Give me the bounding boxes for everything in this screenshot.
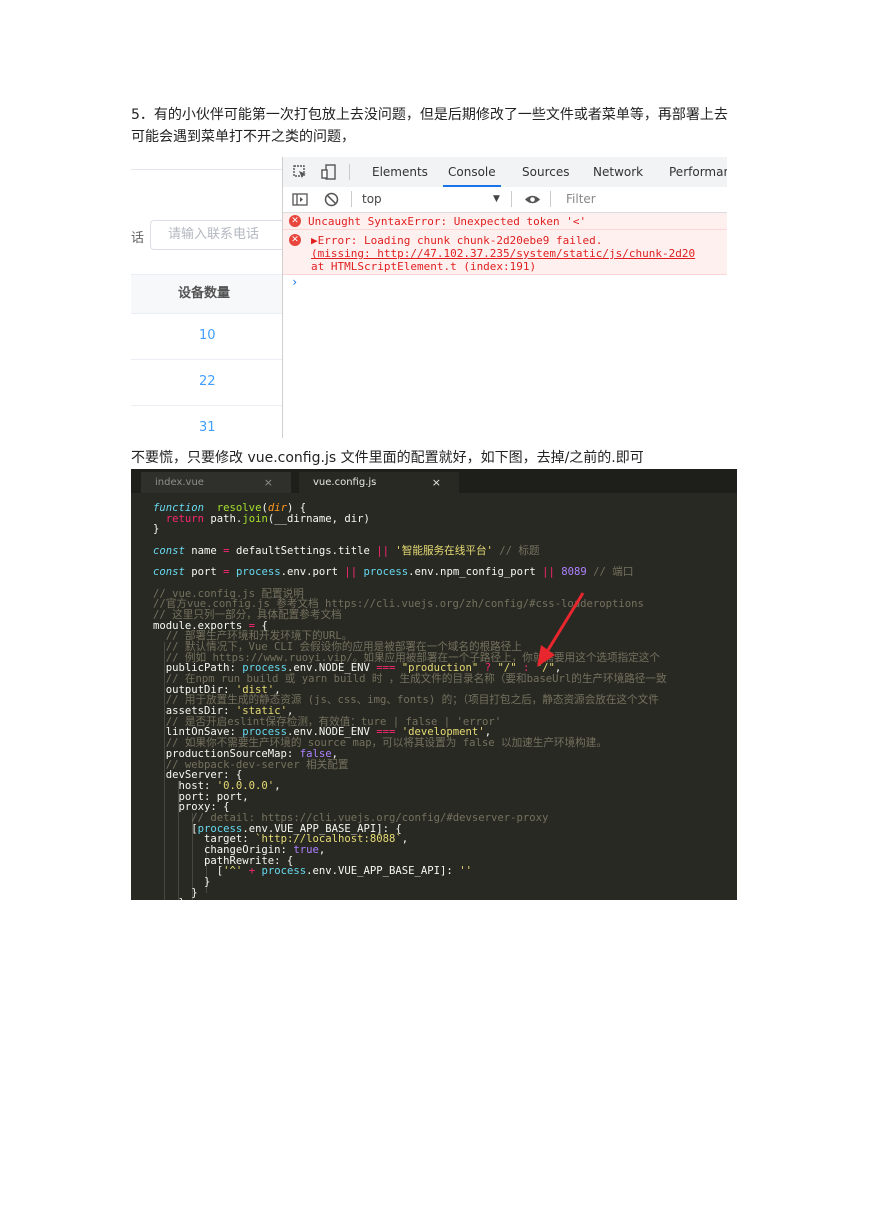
sidebar-toggle-icon[interactable] [292,193,308,206]
table-row[interactable]: 10 [131,313,282,360]
tab-label: vue.config.js [313,477,377,488]
code-token: '^' [223,865,243,878]
code-token: , [274,779,281,792]
error-message: Uncaught SyntaxError: Unexpected token '… [308,215,587,228]
error-message[interactable]: ▶Error: Loading chunk chunk-2d20ebe9 fai… [311,234,602,247]
clear-console-icon[interactable] [324,192,339,207]
console-error-row: ✕ Uncaught SyntaxError: Unexpected token… [283,213,727,230]
stack-trace-line[interactable]: at HTMLScriptElement.t (index:191) [311,260,536,273]
code-line: port: port, [153,791,667,803]
tab-console[interactable]: Console [443,157,501,187]
code-token: // 端口 [586,566,634,579]
devtools-tab-bar: Elements Console Sources Network Perform… [283,157,727,188]
code-line: } [153,877,667,888]
code-token: } [153,897,185,900]
code-line: } [153,887,667,899]
code-token: process [255,865,307,878]
console-error-row: ✕ ▶Error: Loading chunk chunk-2d20ebe9 f… [283,230,727,275]
tab-sources[interactable]: Sources [522,157,569,187]
phone-search-input[interactable]: 请输入联系电话 [150,220,290,250]
error-icon: ✕ [289,234,301,246]
context-select[interactable]: top [362,187,382,212]
tab-network[interactable]: Network [593,157,643,187]
eye-icon[interactable] [524,194,541,205]
code-token: path. [204,512,243,525]
error-link[interactable]: (missing: http://47.102.37.235/system/st… [311,247,695,260]
tab-vue-config-js[interactable]: vue.config.js × [299,472,459,493]
code-token: .env.port [280,566,345,579]
divider [349,164,350,180]
cut-form-label: 话 [131,231,145,246]
code-token: return [165,512,205,525]
divider [511,191,512,207]
code-line: return path.join(__dirname, dir) [153,512,667,525]
devtools-panel: Elements Console Sources Network Perform… [282,157,727,438]
error-icon: ✕ [289,215,301,227]
code-token: , [318,844,326,856]
code-token: // 标题 [492,544,540,557]
code-token: , [401,833,409,846]
console-toolbar: top ▼ Filter [283,187,727,213]
code-token: .env.npm_config_port [408,566,543,579]
code-token: '智能服务在线平台' [389,544,493,557]
code-token: const [153,566,185,579]
close-icon[interactable]: × [264,472,273,493]
inspect-element-icon[interactable] [293,165,307,179]
admin-table-panel: 话 请输入联系电话 设备数量 10 22 31 [131,157,290,438]
code-token: defaultSettings.title [229,544,377,557]
chevron-down-icon[interactable]: ▼ [493,187,500,212]
code-token: + [242,865,256,878]
code-token: const [153,544,185,557]
close-icon[interactable]: × [432,472,441,493]
code-token: port [184,566,224,579]
code-token: .env.VUE_APP_BASE_API]: [306,865,460,878]
code-line: const port = process.env.port || process… [153,567,667,578]
code-token: process [229,566,281,579]
devtools-screenshot: 话 请输入联系电话 设备数量 10 22 31 Elements Console… [131,157,727,438]
divider [131,169,282,170]
code-line: } [153,898,667,900]
divider [550,191,551,207]
tab-index-vue[interactable]: index.vue × [141,472,291,493]
code-editor-screenshot: index.vue × vue.config.js × function res… [131,469,737,900]
tab-elements[interactable]: Elements [372,157,428,187]
code-token: true [293,844,319,856]
divider [351,191,352,207]
red-arrow-annotation [537,592,585,667]
code-token: (__dirname, dir) [267,512,370,525]
table-row[interactable]: 22 [131,359,282,406]
code-line: const name = defaultSettings.title || '智… [153,544,667,557]
table-row[interactable]: 31 [131,405,282,438]
console-prompt[interactable]: › [291,275,298,289]
code-text[interactable]: function resolve(dir) { return path.join… [153,503,667,900]
code-line: ['^' + process.env.VUE_APP_BASE_API]: '' [153,866,667,877]
code-token: 8089 [554,566,587,579]
code-token: name [184,544,224,557]
tab-label: index.vue [155,477,204,488]
filter-input[interactable]: Filter [566,187,596,212]
code-token: || [542,566,555,579]
code-token: } [153,523,160,536]
code-token: || [344,566,358,579]
code-token: || [376,544,390,557]
paragraph-fix: 不要慌，只要修改 vue.config.js 文件里面的配置就好，如下图，去掉/… [131,450,644,466]
tab-performance[interactable]: Performan [669,157,727,187]
column-header-device-count: 设备数量 [131,274,282,314]
code-token: '' [459,865,472,878]
code-token: join [242,512,268,525]
code-line: } [153,524,667,535]
paragraph-step-5: 5．有的小伙伴可能第一次打包放上去没问题，但是后期修改了一些文件或者菜单等，再部… [131,107,728,145]
code-token: process [357,566,409,579]
device-toolbar-icon[interactable] [321,164,337,180]
editor-tab-bar: index.vue × vue.config.js × [131,469,737,493]
